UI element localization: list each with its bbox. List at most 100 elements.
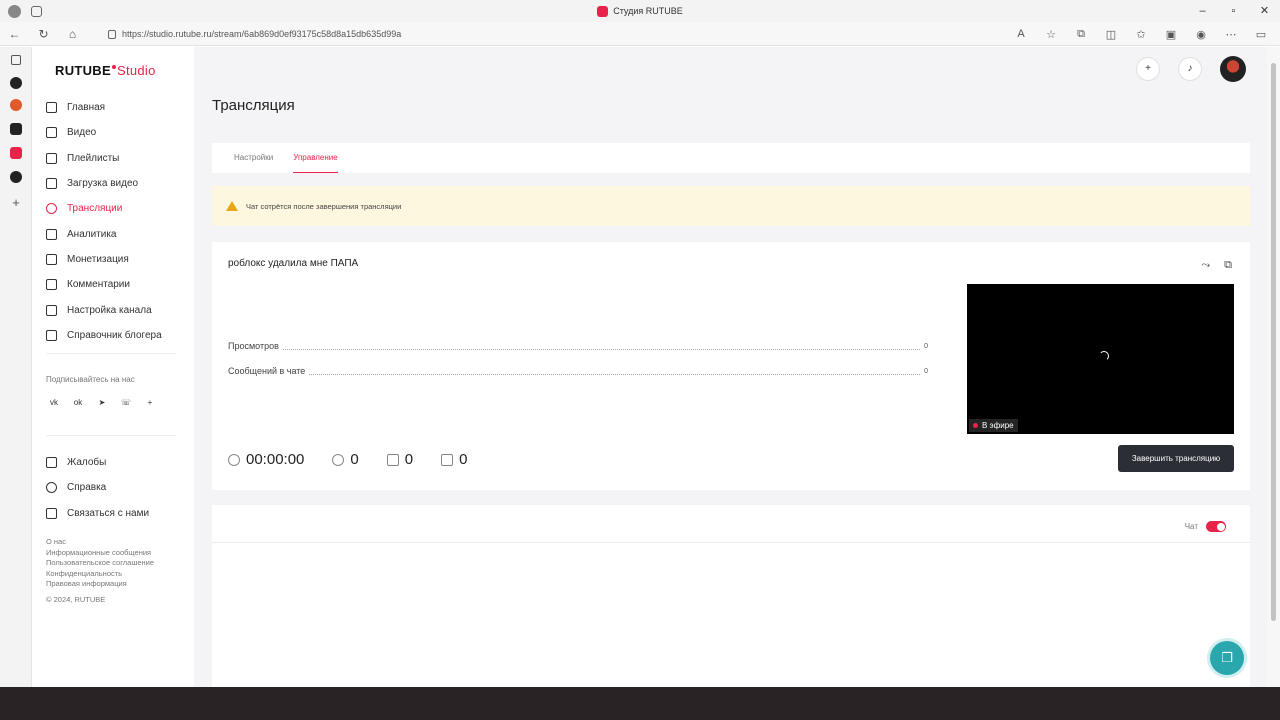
rutube-favicon-icon [597, 5, 609, 17]
sidebar-item-broadcasts[interactable]: Трансляции [46, 196, 191, 221]
favorite-star-icon[interactable]: ☆ [1036, 28, 1066, 41]
duration-metric: 00:00:00 [228, 451, 304, 468]
url-field[interactable]: https://studio.rutube.ru/stream/6ab869d0… [108, 26, 1068, 42]
stream-preview[interactable]: В эфире [967, 284, 1234, 434]
footer-links: О нас Информационные сообщения Пользоват… [46, 537, 154, 606]
sidebar-item-home[interactable]: Главная [46, 95, 191, 120]
sidebar-toggle-icon[interactable]: ▭ [1246, 28, 1276, 41]
browser-side-strip: + [0, 47, 32, 687]
footer-link-terms[interactable]: Пользовательское соглашение [46, 558, 154, 569]
sidebar-item-playlists[interactable]: Плейлисты [46, 146, 191, 171]
end-stream-button[interactable]: Завершить трансляцию [1118, 445, 1234, 472]
footer-link-info[interactable]: Информационные сообщения [46, 548, 154, 559]
thumbs-up-icon [386, 453, 399, 466]
sidebar-item-video[interactable]: Видео [46, 120, 191, 145]
alert-text: Чат сотрётся после завершения трансляции [246, 201, 402, 211]
open-external-icon[interactable]: ⧉ [1224, 259, 1232, 272]
loading-spinner-icon [1099, 351, 1109, 361]
footer-link-privacy[interactable]: Конфиденциальность [46, 569, 154, 580]
video-icon [46, 127, 57, 139]
gear-icon [46, 304, 57, 316]
tabs-bar: Настройки Управление [212, 143, 1250, 173]
sidebar-divider [46, 353, 176, 354]
header-actions: + ♪ [1136, 56, 1246, 82]
telegram-icon[interactable]: ➤ [94, 395, 110, 411]
chat-toggle-group: Чат [1185, 521, 1226, 532]
subscribe-label: Подписывайтесь на нас [46, 375, 135, 384]
comments-icon [46, 279, 57, 291]
chat-toggle[interactable] [1206, 521, 1226, 532]
tab-management[interactable]: Управление [293, 143, 338, 173]
lock-icon [108, 29, 116, 39]
scrollbar-thumb[interactable] [1271, 63, 1276, 621]
close-button[interactable]: ✕ [1249, 0, 1280, 22]
sidebar-item-channel-settings[interactable]: Настройка канала [46, 297, 191, 322]
sidebar-item-blogger-guide[interactable]: Справочник блогера [46, 323, 191, 348]
sidebar-item-contact[interactable]: Связаться с нами [46, 501, 191, 526]
ok-icon[interactable]: ok [70, 395, 86, 411]
copyright: © 2024, RUTUBE [46, 594, 106, 604]
refresh-button[interactable]: ↻ [29, 27, 58, 41]
social-links: vk ok ➤ ☏ + [46, 395, 158, 411]
app-icon-2[interactable] [10, 99, 22, 111]
footer-link-legal[interactable]: Правовая информация [46, 579, 154, 590]
sidebar-item-complaints[interactable]: Жалобы [46, 450, 191, 475]
more-socials-icon[interactable]: + [142, 395, 158, 411]
split-screen-icon[interactable]: ◫ [1096, 28, 1126, 41]
sidebar-item-upload[interactable]: Загрузка видео [46, 171, 191, 196]
notifications-bell-icon[interactable]: ♪ [1178, 57, 1202, 81]
sidebar-item-analytics[interactable]: Аналитика [46, 221, 191, 246]
sidebar-item-help[interactable]: Справка [46, 475, 191, 500]
add-app-icon[interactable]: + [10, 196, 22, 209]
home-button[interactable]: ⌂ [58, 27, 87, 41]
back-button[interactable]: ← [0, 27, 29, 41]
chat-bubble-icon: ❐ [1221, 650, 1233, 665]
support-chat-button[interactable]: ❐ [1210, 641, 1244, 675]
profile-icon[interactable] [8, 4, 21, 18]
sidebar-divider-2 [46, 435, 176, 436]
studio-sidebar: RUTUBE Studio Главная Видео Плейлисты За… [33, 47, 193, 687]
app-icon-1[interactable] [10, 77, 22, 89]
chat-header: Чат [212, 505, 1250, 543]
warning-icon [226, 201, 238, 211]
clock-icon [228, 453, 240, 466]
collections-icon[interactable]: ▣ [1156, 28, 1186, 41]
browser-extension-icon[interactable]: ◉ [1186, 28, 1216, 41]
stream-card: роблокс удалила мне ПАПА ⤳ ⧉ Просмотров … [212, 242, 1250, 490]
minimize-button[interactable]: – [1187, 0, 1218, 22]
app-icon-4[interactable] [10, 171, 22, 183]
guide-icon [46, 329, 57, 341]
page-title: Трансляция [212, 97, 295, 114]
rutube-studio-logo[interactable]: RUTUBE Studio [55, 63, 156, 78]
avatar[interactable] [1220, 56, 1246, 82]
more-menu-icon[interactable]: ⋯ [1216, 28, 1246, 41]
sidebar-item-comments[interactable]: Комментарии [46, 272, 191, 297]
restore-button[interactable]: ▫ [1218, 0, 1249, 22]
workspaces-icon[interactable] [31, 5, 42, 17]
help-icon [46, 482, 57, 494]
sidebar-menu: Главная Видео Плейлисты Загрузка видео Т… [46, 95, 191, 348]
tab-actions-icon[interactable] [11, 55, 21, 65]
thumbs-down-icon [441, 453, 454, 466]
read-aloud-icon[interactable]: A [1006, 28, 1036, 40]
chat-warning-alert: Чат сотрётся после завершения трансляции [212, 186, 1250, 226]
sidebar-item-monetization[interactable]: Монетизация [46, 247, 191, 272]
app-icon-3[interactable] [10, 123, 22, 135]
chat-card: Чат [212, 505, 1250, 687]
monetization-icon [46, 253, 57, 265]
create-icon[interactable]: + [1136, 57, 1160, 81]
home-icon [46, 102, 57, 114]
viber-icon[interactable]: ☏ [118, 395, 134, 411]
mail-icon [46, 507, 57, 519]
page-scrollbar[interactable] [1267, 47, 1280, 687]
dislikes-metric: 0 [441, 451, 467, 468]
vk-icon[interactable]: vk [46, 395, 62, 411]
upload-icon [46, 178, 57, 190]
stat-chat-messages: Сообщений в чате 0 [228, 366, 928, 376]
extensions-icon[interactable]: ⧉ [1066, 28, 1096, 41]
tab-settings[interactable]: Настройки [234, 143, 273, 173]
rutube-tab-icon[interactable] [10, 147, 22, 159]
favorites-icon[interactable]: ✩ [1126, 28, 1156, 41]
footer-link-about[interactable]: О нас [46, 537, 154, 548]
share-icon[interactable]: ⤳ [1201, 259, 1210, 272]
